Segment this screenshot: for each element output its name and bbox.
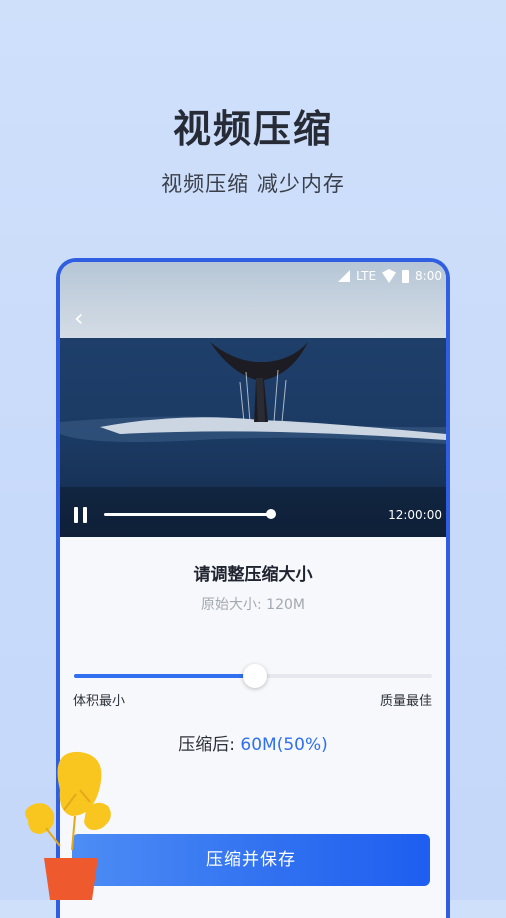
pause-icon[interactable]	[74, 507, 88, 523]
status-bar: LTE 8:00	[338, 268, 442, 284]
page-subtitle: 视频压缩 减少内存	[161, 172, 345, 196]
compression-slider-fill	[74, 674, 253, 678]
slider-max-label: 质量最佳	[379, 694, 432, 709]
compression-slider-knob[interactable]	[243, 664, 267, 688]
video-time: 12:00:00	[388, 508, 442, 522]
video-progress-knob[interactable]	[266, 509, 276, 519]
whale-video-frame	[60, 262, 446, 537]
compress-save-button[interactable]: 压缩并保存	[72, 834, 430, 886]
battery-icon	[402, 269, 410, 283]
video-player[interactable]: LTE 8:00 ‹ 12:00:00	[60, 262, 446, 537]
compressed-result-label: 压缩后:	[178, 735, 241, 755]
slider-min-label: 体积最小	[73, 694, 126, 709]
wifi-icon	[382, 269, 397, 283]
video-progress-bar[interactable]	[104, 513, 270, 516]
page-title: 视频压缩	[172, 107, 333, 151]
original-size: 原始大小: 120M	[201, 597, 305, 613]
status-time: 8:00	[415, 269, 442, 283]
signal-icon	[338, 270, 351, 282]
plant-illustration	[25, 751, 111, 900]
panel-title: 请调整压缩大小	[193, 565, 313, 585]
compressed-result-value: 60M(50%)	[240, 735, 328, 755]
back-chevron-icon[interactable]: ‹	[74, 306, 84, 330]
network-label: LTE	[356, 269, 377, 283]
